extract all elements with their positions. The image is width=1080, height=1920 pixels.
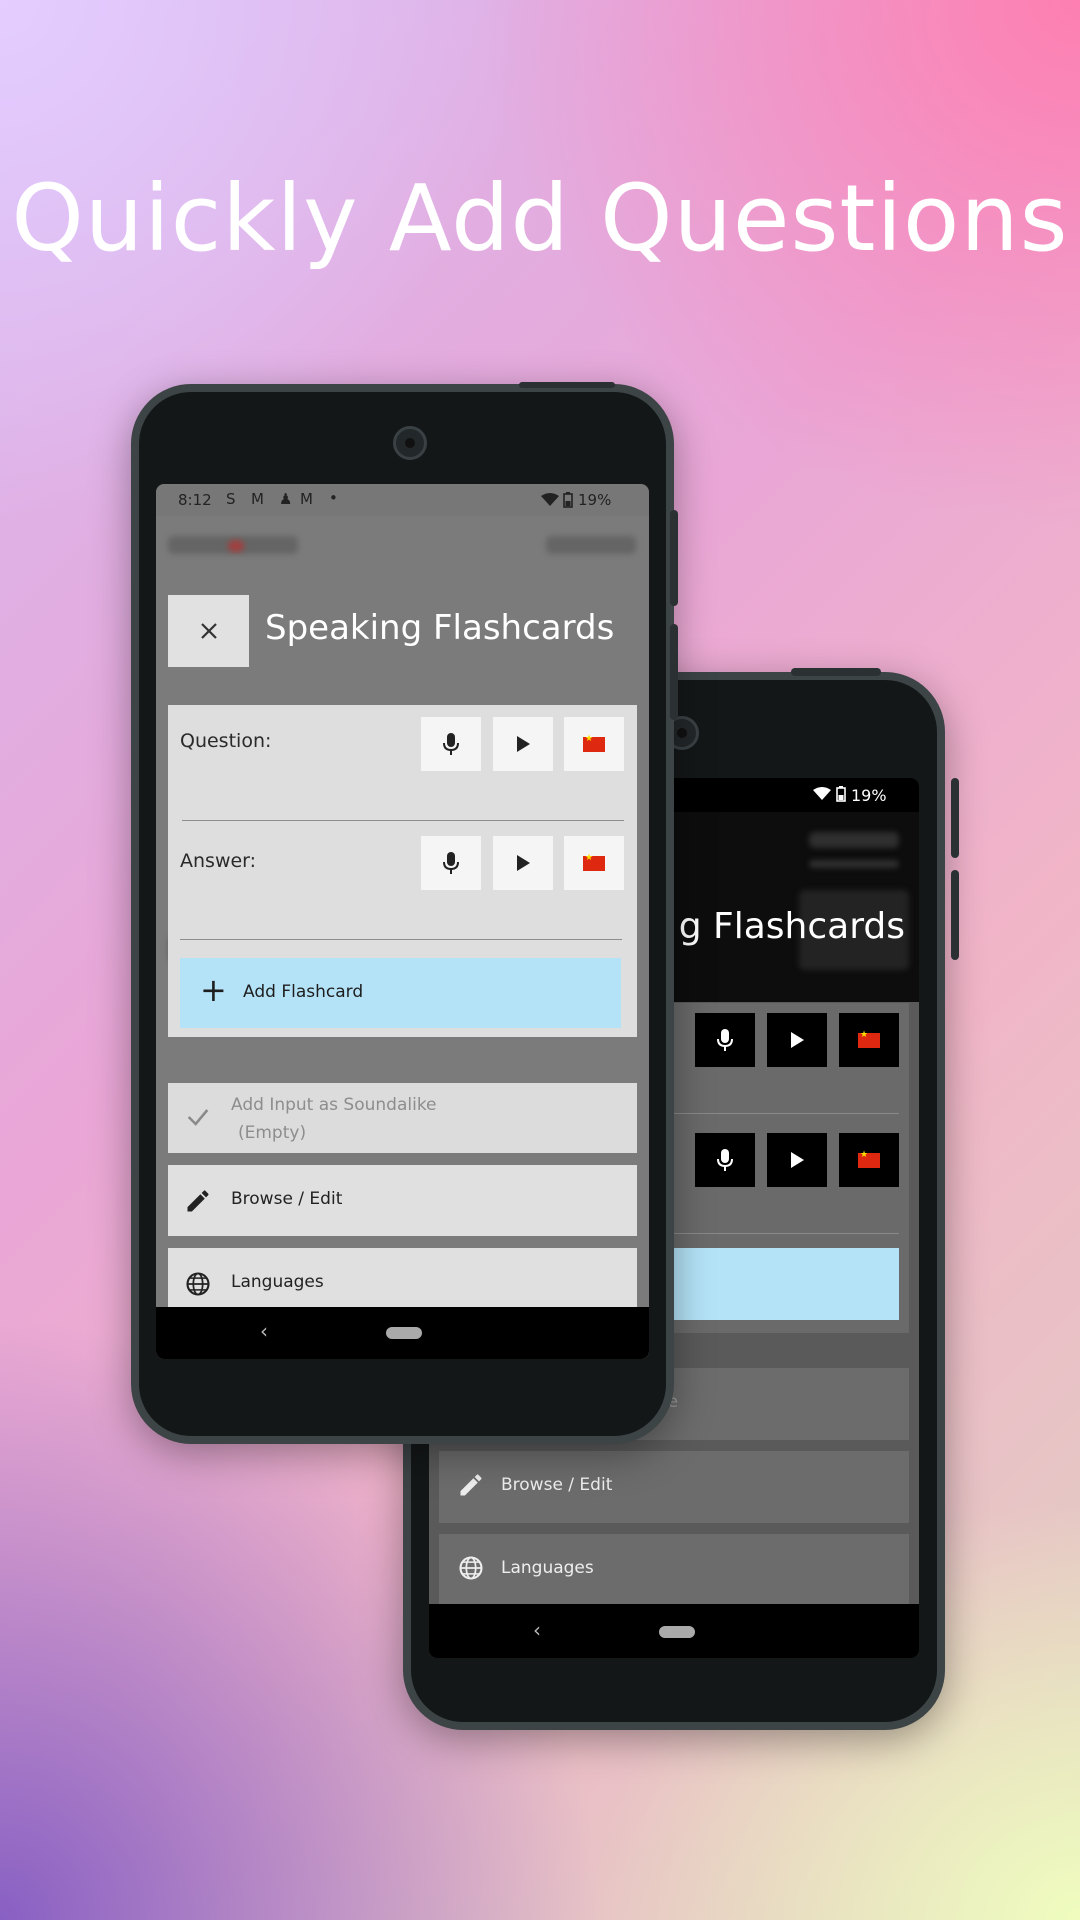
mic-icon xyxy=(443,733,459,755)
mic-button[interactable] xyxy=(695,1013,755,1067)
browse-edit-item[interactable]: Browse / Edit xyxy=(439,1451,909,1523)
dialog-title: Speaking Flashcards xyxy=(265,608,615,648)
answer-play-button[interactable] xyxy=(493,836,553,890)
language-flag-button[interactable] xyxy=(839,1133,899,1187)
answer-label: Answer: xyxy=(180,850,257,872)
status-time: 8:12 xyxy=(178,491,212,509)
question-language-button[interactable] xyxy=(564,717,624,771)
languages-label: Languages xyxy=(501,1558,594,1578)
language-flag-button[interactable] xyxy=(839,1013,899,1067)
mic-icon xyxy=(717,1149,733,1171)
nav-back-icon[interactable]: ‹ xyxy=(260,1319,268,1343)
flashcard-form: Question: Answer: + xyxy=(168,705,637,1037)
languages-label: Languages xyxy=(231,1272,324,1292)
question-play-button[interactable] xyxy=(493,717,553,771)
navigation-bar: ‹ xyxy=(429,1604,919,1658)
soundalike-empty-label: (Empty) xyxy=(238,1123,307,1143)
blurred-progress xyxy=(809,860,899,868)
answer-language-button[interactable] xyxy=(564,836,624,890)
play-icon xyxy=(791,1152,804,1168)
pencil-icon xyxy=(187,1190,209,1212)
more-notifications-icon: • xyxy=(329,489,338,507)
side-button xyxy=(951,778,959,858)
question-input[interactable] xyxy=(182,820,624,821)
mic-icon xyxy=(443,852,459,874)
front-screen: 8:12 S M ♟ M • 19% Speaking Flashcards Q… xyxy=(156,484,649,1359)
answer-input[interactable] xyxy=(180,939,622,940)
dialog-title-fragment: g Flashcards xyxy=(678,906,905,947)
mail-icon: M xyxy=(251,490,264,508)
add-soundalike-label: Add Input as Soundalike xyxy=(231,1095,437,1115)
notification-icon: S xyxy=(226,490,236,508)
pencil-icon xyxy=(460,1474,482,1496)
close-button[interactable] xyxy=(168,595,249,667)
battery-percent: 19% xyxy=(578,491,612,509)
battery-icon xyxy=(563,492,573,508)
nav-back-icon[interactable]: ‹ xyxy=(533,1618,541,1642)
browse-edit-item[interactable]: Browse / Edit xyxy=(168,1165,637,1236)
add-soundalike-item[interactable]: Add Input as Soundalike (Empty) xyxy=(168,1083,637,1153)
front-phone: 8:12 S M ♟ M • 19% Speaking Flashcards Q… xyxy=(131,382,678,1444)
blurred-text xyxy=(546,536,636,554)
wifi-icon xyxy=(541,493,559,506)
languages-item[interactable]: Languages xyxy=(168,1248,637,1307)
play-icon xyxy=(791,1032,804,1048)
add-flashcard-label: Add Flashcard xyxy=(243,982,364,1002)
top-button xyxy=(791,668,881,676)
play-button[interactable] xyxy=(767,1133,827,1187)
mail-icon: M xyxy=(300,490,313,508)
camera xyxy=(393,426,427,460)
globe-icon xyxy=(459,1556,483,1580)
battery-icon xyxy=(836,786,846,802)
side-button xyxy=(670,510,678,606)
play-icon xyxy=(517,736,530,752)
check-icon xyxy=(187,1109,209,1126)
china-flag-icon xyxy=(858,1030,880,1048)
blurred-text xyxy=(809,832,899,848)
china-flag-icon xyxy=(583,853,605,871)
headline: Quickly Add Questions xyxy=(11,165,1069,272)
close-icon xyxy=(200,623,217,639)
side-button xyxy=(951,870,959,960)
question-mic-button[interactable] xyxy=(421,717,481,771)
china-flag-icon xyxy=(583,734,605,752)
top-button xyxy=(519,382,615,388)
add-flashcard-button[interactable]: + Add Flashcard xyxy=(180,958,621,1028)
mic-icon xyxy=(717,1029,733,1051)
play-icon xyxy=(517,855,530,871)
play-button[interactable] xyxy=(767,1013,827,1067)
status-bar: 8:12 S M ♟ M • 19% xyxy=(156,484,649,516)
plus-icon: + xyxy=(200,971,227,1009)
navigation-bar: ‹ xyxy=(156,1307,649,1359)
person-icon: ♟ xyxy=(279,490,293,508)
nav-home-pill[interactable] xyxy=(386,1327,422,1339)
battery-percent: 19% xyxy=(851,786,887,805)
languages-item[interactable]: Languages xyxy=(439,1534,909,1606)
answer-mic-button[interactable] xyxy=(421,836,481,890)
blurred-badge xyxy=(228,540,244,552)
browse-edit-label: Browse / Edit xyxy=(501,1475,613,1495)
china-flag-icon xyxy=(858,1150,880,1168)
question-label: Question: xyxy=(180,730,272,752)
browse-edit-label: Browse / Edit xyxy=(231,1189,343,1209)
side-button xyxy=(670,624,678,720)
mic-button[interactable] xyxy=(695,1133,755,1187)
globe-icon xyxy=(186,1272,210,1296)
nav-home-pill[interactable] xyxy=(659,1626,695,1638)
wifi-icon xyxy=(813,787,831,800)
